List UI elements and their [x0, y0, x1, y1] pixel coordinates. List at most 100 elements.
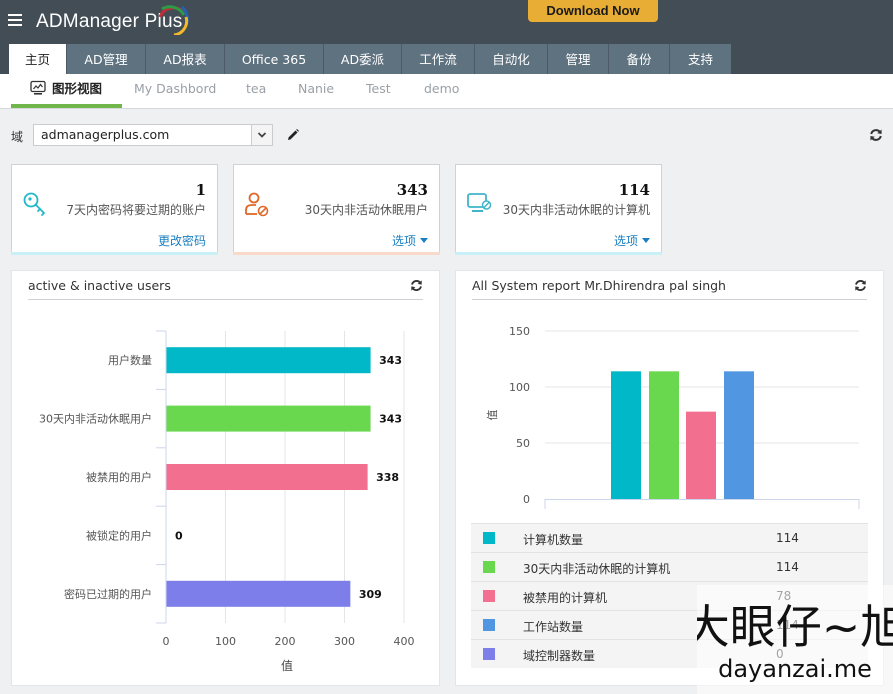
subtab-demo[interactable]: demo — [424, 74, 459, 108]
app-logo[interactable]: ADManager Plus — [36, 5, 189, 35]
card-link-label: 选项 — [391, 234, 416, 248]
data-label: 343 — [379, 413, 402, 426]
bar — [166, 464, 368, 490]
legend-label: 工作站数量 — [523, 620, 584, 634]
nav-tab-workflow[interactable]: 工作流 — [402, 44, 475, 74]
nav-tab-ad-delegation[interactable]: AD委派 — [324, 44, 402, 74]
refresh-icon[interactable] — [869, 128, 883, 142]
legend-row[interactable]: 工作站数量 114 — [471, 610, 868, 639]
legend-swatch — [483, 590, 495, 602]
data-label: 343 — [379, 354, 402, 367]
refresh-icon[interactable] — [410, 279, 423, 292]
panel-title: All System report Mr.Dhirendra pal singh — [472, 278, 726, 293]
x-tick-label: 200 — [275, 635, 296, 648]
x-tick-label: 100 — [215, 635, 236, 648]
legend-swatch — [483, 532, 495, 544]
users-bar-chart: 0 100 200 300 400 用户数量 343 30天内非活动休眠用户 343 被禁用的用户… — [39, 330, 415, 673]
download-now-button[interactable]: Download Now — [528, 0, 658, 22]
category-label: 30天内非活动休眠用户 — [39, 412, 152, 426]
bar — [166, 347, 371, 374]
data-label: 338 — [376, 471, 399, 484]
nav-tab-ad-management[interactable]: AD管理 — [67, 44, 146, 74]
card-inactive-users: 343 30天内非活动休眠用户 选项 — [233, 164, 440, 255]
user-blocked-icon — [245, 192, 269, 217]
nav-tab-ad-reports[interactable]: AD报表 — [146, 44, 225, 74]
bar — [166, 405, 371, 432]
card-accent-bar — [233, 252, 440, 255]
panel-title: active & inactive users — [28, 278, 171, 293]
refresh-icon[interactable] — [854, 279, 867, 292]
caret-down-icon — [420, 238, 428, 243]
card-accent-bar — [455, 252, 662, 255]
change-password-link[interactable]: 更改密码 — [158, 232, 206, 249]
panel-active-inactive-users: active & inactive users 0 100 200 300 400 用户数… — [11, 270, 440, 686]
domain-select[interactable]: admanagerplus.com — [33, 124, 273, 146]
data-label: 309 — [359, 588, 382, 601]
dashboard-tabs: 图形视图 My Dashbord tea Nanie Test demo — [0, 74, 893, 109]
subtab-nanie[interactable]: Nanie — [298, 74, 334, 108]
key-icon — [23, 192, 45, 216]
subtab-my-dashbord[interactable]: My Dashbord — [134, 74, 216, 108]
legend-swatch — [483, 648, 495, 660]
card-accent-bar — [11, 252, 218, 255]
legend-row[interactable]: 域控制器数量 0 — [471, 639, 868, 668]
y-axis-title: 值 — [486, 410, 499, 421]
nav-tab-automation[interactable]: 自动化 — [475, 44, 548, 74]
bar — [166, 580, 351, 607]
logo-arcs-icon — [158, 5, 189, 35]
domain-value: admanagerplus.com — [41, 127, 170, 142]
panel-system-report: All System report Mr.Dhirendra pal singh… — [455, 270, 884, 686]
legend-swatch — [483, 619, 495, 631]
category-label: 密码已过期的用户 — [64, 587, 152, 601]
card-link-label: 更改密码 — [157, 234, 206, 248]
options-dropdown[interactable]: 选项 — [614, 232, 650, 249]
panel-divider — [472, 299, 867, 300]
computer-blocked-icon — [467, 193, 492, 212]
legend-swatch — [483, 561, 495, 573]
chevron-down-icon[interactable] — [251, 125, 272, 145]
top-bar: ADManager Plus Download Now 主页 AD管理 AD报表… — [0, 0, 893, 74]
nav-tab-office365[interactable]: Office 365 — [225, 44, 324, 74]
subtab-tea[interactable]: tea — [246, 74, 266, 108]
nav-tab-home[interactable]: 主页 — [9, 44, 67, 74]
card-inactive-computers: 114 30天内非活动休眠的计算机 选项 — [455, 164, 662, 255]
card-value: 343 — [396, 181, 428, 199]
x-axis-title: 值 — [281, 658, 293, 673]
legend-value: 114 — [776, 618, 799, 632]
options-dropdown[interactable]: 选项 — [392, 232, 428, 249]
legend-label: 30天内非活动休眠的计算机 — [523, 562, 671, 576]
nav-tab-admin[interactable]: 管理 — [548, 44, 609, 74]
y-tick-label: 50 — [516, 437, 530, 450]
card-value: 114 — [618, 181, 650, 199]
legend-row[interactable]: 30天内非活动休眠的计算机 114 — [471, 552, 868, 581]
caret-down-icon — [642, 238, 650, 243]
x-tick-label: 0 — [163, 635, 170, 648]
legend-label: 被禁用的计算机 — [523, 591, 608, 605]
system-bar-chart: 0 50 100 150 值 — [486, 325, 860, 509]
domain-label: 域 — [11, 130, 24, 144]
legend-row[interactable]: 计算机数量 114 — [471, 523, 868, 552]
card-value: 1 — [195, 181, 206, 199]
menu-icon[interactable] — [8, 14, 22, 28]
legend-value: 114 — [776, 560, 799, 574]
nav-tab-support[interactable]: 支持 — [670, 44, 731, 74]
legend-row[interactable]: 被禁用的计算机 78 — [471, 581, 868, 610]
bar — [611, 371, 641, 499]
subtab-graph-view[interactable]: 图形视图 — [11, 74, 123, 108]
category-label: 被锁定的用户 — [86, 528, 152, 542]
bar — [649, 371, 679, 499]
y-tick-label: 0 — [523, 493, 530, 506]
data-label: 0 — [175, 529, 183, 542]
nav-tab-backup[interactable]: 备份 — [609, 44, 670, 74]
y-tick-label: 150 — [509, 325, 530, 338]
card-description: 30天内非活动休眠用户 — [304, 203, 428, 217]
category-label: 用户数量 — [108, 353, 152, 367]
category-label: 被禁用的用户 — [86, 470, 152, 484]
legend-table: 计算机数量 114 30天内非活动休眠的计算机 114 被禁用的计算机 78 工作站数量 11… — [471, 523, 868, 668]
card-link-label: 选项 — [613, 234, 638, 248]
pencil-icon[interactable] — [286, 128, 300, 142]
subtab-test[interactable]: Test — [366, 74, 391, 108]
legend-value: 114 — [776, 531, 799, 545]
legend-value: 78 — [776, 589, 792, 603]
main-nav: 主页 AD管理 AD报表 Office 365 AD委派 工作流 自动化 管理 … — [9, 44, 731, 74]
